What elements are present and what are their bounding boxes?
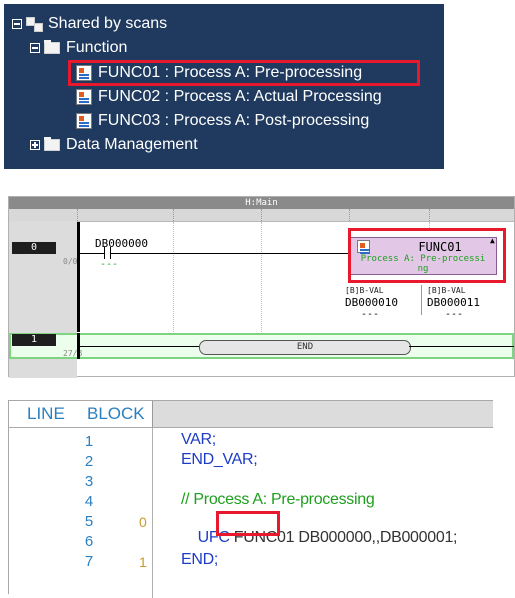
column-header-block: BLOCK xyxy=(87,404,145,423)
expand-icon[interactable] xyxy=(30,140,40,150)
tree-label: Shared by scans xyxy=(48,15,168,32)
tree-label: Function xyxy=(66,39,128,56)
block-number: 0 xyxy=(139,514,147,530)
rung-number[interactable]: 0 xyxy=(12,242,56,254)
rung-number[interactable]: 1 xyxy=(12,334,56,346)
highlight-box xyxy=(216,511,280,536)
code-line[interactable]: END_VAR; xyxy=(181,451,258,469)
fb-pin-label: [B]B-VAL xyxy=(427,286,466,295)
line-number: 7 xyxy=(84,553,94,570)
tree-item-func03[interactable]: FUNC03 : Process A: Post-processing xyxy=(76,109,369,133)
editor-header: LINE BLOCK xyxy=(9,401,493,428)
column-header-line: LINE xyxy=(27,404,65,423)
ladder-editor: H:Main 0 0/0 DB000000 --- FUNC01 Process… xyxy=(8,196,515,378)
code-comment[interactable]: // Process A: Pre-processing xyxy=(181,491,375,509)
line-number: 6 xyxy=(84,533,94,550)
step-number: 0/0 xyxy=(63,257,78,266)
fb-pin-monitor-value: --- xyxy=(445,309,464,320)
fb-pin-label: [B]B-VAL xyxy=(345,286,384,295)
shared-scans-icon xyxy=(26,17,43,32)
function-block-icon xyxy=(76,89,92,105)
line-number: 1 xyxy=(84,433,94,450)
power-rail xyxy=(77,222,80,332)
tree-item-function-folder[interactable]: Function xyxy=(30,36,127,60)
tree-label: FUNC02 : Process A: Actual Processing xyxy=(98,88,382,105)
folder-icon xyxy=(44,137,60,151)
contact-device[interactable]: DB000000 xyxy=(95,237,148,250)
line-number: 3 xyxy=(84,473,94,490)
st-editor: LINE BLOCK 1 2 3 4 5 6 7 0 1 VAR; END_VA… xyxy=(8,400,493,598)
function-block-icon xyxy=(76,113,92,129)
end-instruction[interactable]: END xyxy=(199,340,411,355)
code-arguments: DB000000,,DB000001; xyxy=(298,529,458,546)
code-line[interactable]: VAR; xyxy=(181,431,216,449)
tree-label: FUNC03 : Process A: Post-processing xyxy=(98,112,370,129)
ladder-header: H:Main xyxy=(9,197,514,209)
highlight-box xyxy=(68,60,420,86)
block-number: 1 xyxy=(139,554,147,570)
code-line[interactable]: END; xyxy=(181,551,218,569)
line-number: 5 xyxy=(84,513,94,530)
collapse-icon[interactable] xyxy=(12,19,22,29)
fb-pin-device[interactable]: DB000010 xyxy=(345,296,398,309)
tree-label: Data Management xyxy=(66,136,198,153)
contact-monitor-value: --- xyxy=(100,259,119,270)
highlight-box xyxy=(348,228,506,283)
project-tree: Shared by scans Function FUNC01 : Proces… xyxy=(4,4,444,169)
line-number: 2 xyxy=(84,453,94,470)
line-number: 4 xyxy=(84,493,94,510)
tree-item-func02[interactable]: FUNC02 : Process A: Actual Processing xyxy=(76,85,382,109)
folder-icon xyxy=(44,40,60,54)
fb-pin-device[interactable]: DB000011 xyxy=(427,296,480,309)
collapse-icon[interactable] xyxy=(30,43,40,53)
fb-pin-monitor-value: --- xyxy=(361,309,380,320)
contact-symbol[interactable] xyxy=(104,247,105,259)
tree-item-shared-by-scans[interactable]: Shared by scans xyxy=(12,12,167,36)
tree-item-data-management[interactable]: Data Management xyxy=(30,133,198,157)
